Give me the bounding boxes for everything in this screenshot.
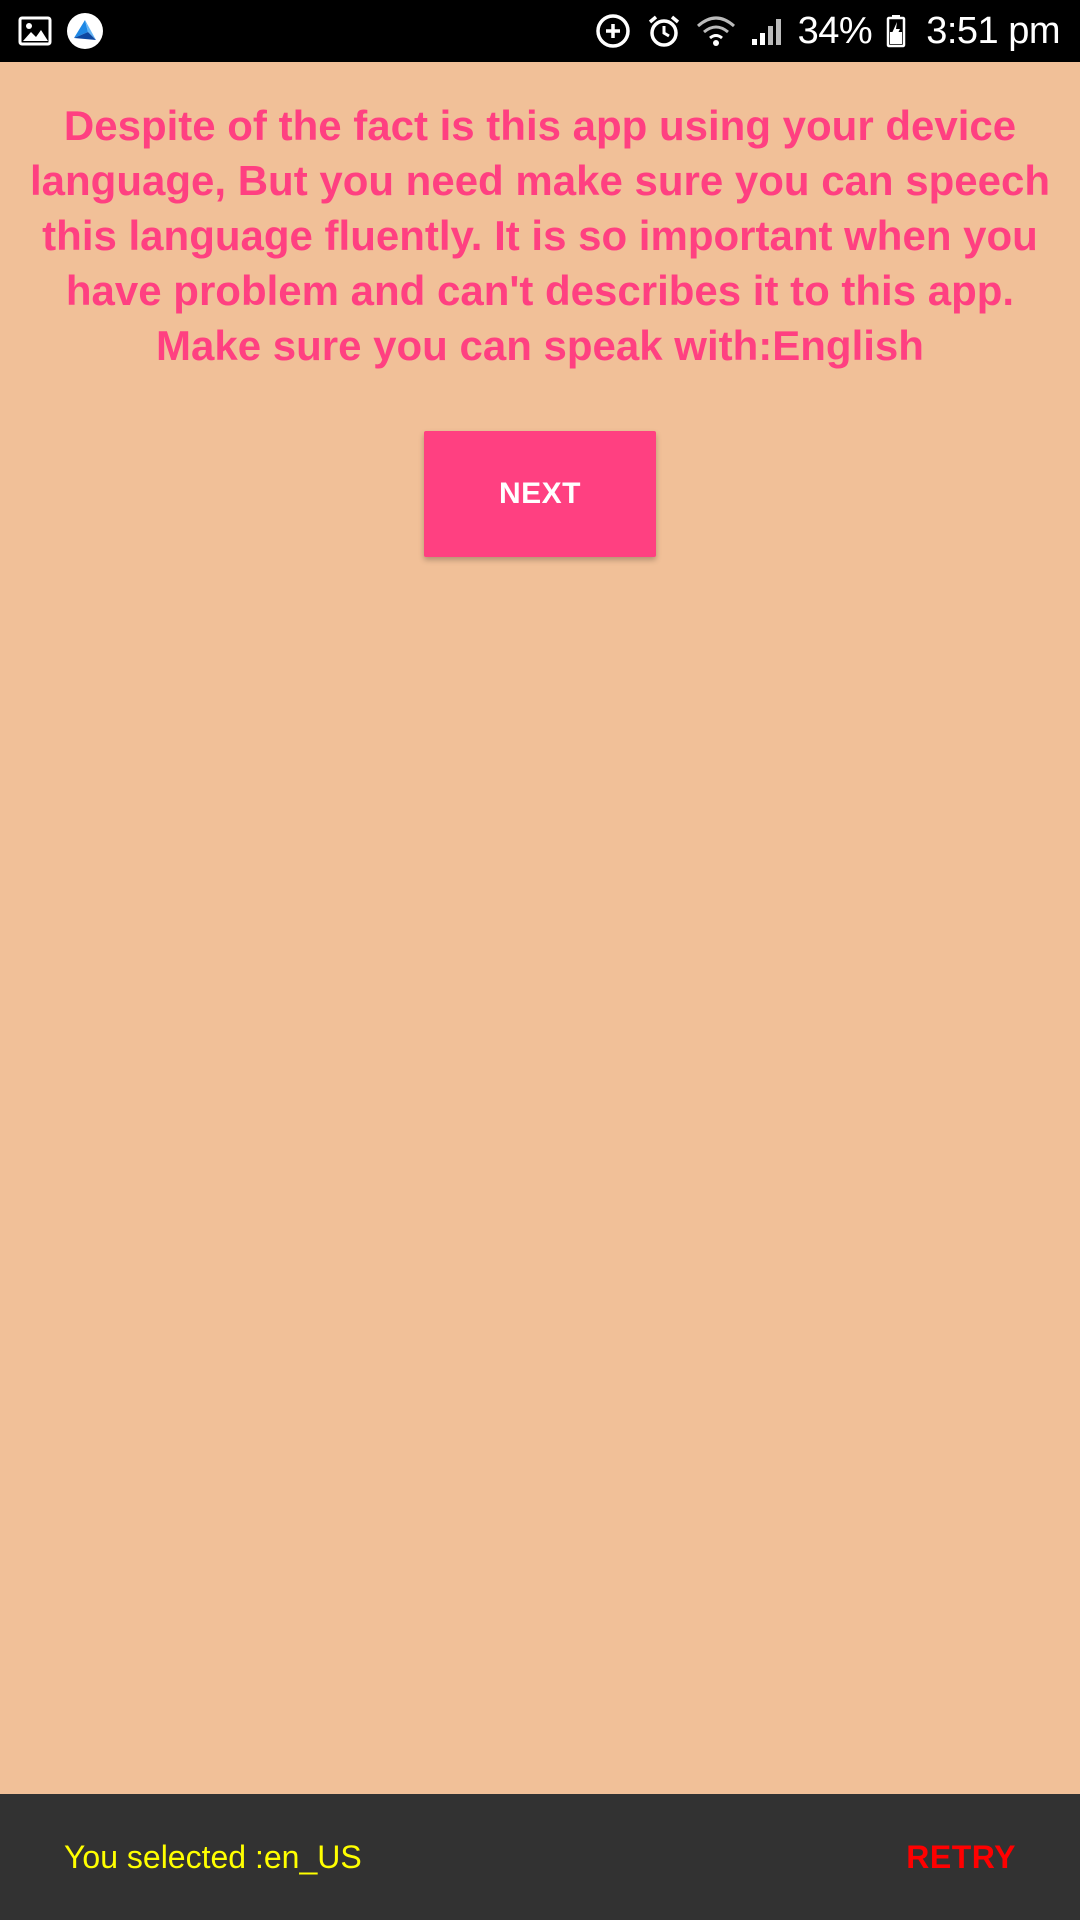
status-bar: 34% 3:51 pm	[0, 0, 1080, 62]
status-left-icons	[18, 12, 104, 50]
required-language-text: Make sure you can speak with:English	[156, 322, 924, 369]
battery-charging-icon	[886, 14, 906, 48]
retry-button[interactable]: RETRY	[906, 1839, 1016, 1876]
signal-icon	[750, 15, 784, 47]
snackbar-message: You selected :en_US	[64, 1838, 362, 1875]
data-saver-icon	[594, 12, 632, 50]
warning-text: Despite of the fact is this app using yo…	[30, 102, 1050, 314]
wifi-icon	[696, 14, 736, 48]
image-icon	[18, 16, 52, 46]
main-content: Despite of the fact is this app using yo…	[0, 62, 1080, 1794]
language-warning-message: Despite of the fact is this app using yo…	[25, 98, 1055, 373]
alarm-icon	[646, 13, 682, 49]
status-right-icons: 34% 3:51 pm	[594, 10, 1060, 53]
battery-percent: 34%	[797, 9, 873, 52]
clock: 3:51 pm	[926, 9, 1060, 52]
snackbar: You selected :en_US RETRY	[0, 1794, 1080, 1920]
app-logo-icon	[66, 12, 104, 50]
next-button[interactable]: NEXT	[424, 431, 656, 557]
